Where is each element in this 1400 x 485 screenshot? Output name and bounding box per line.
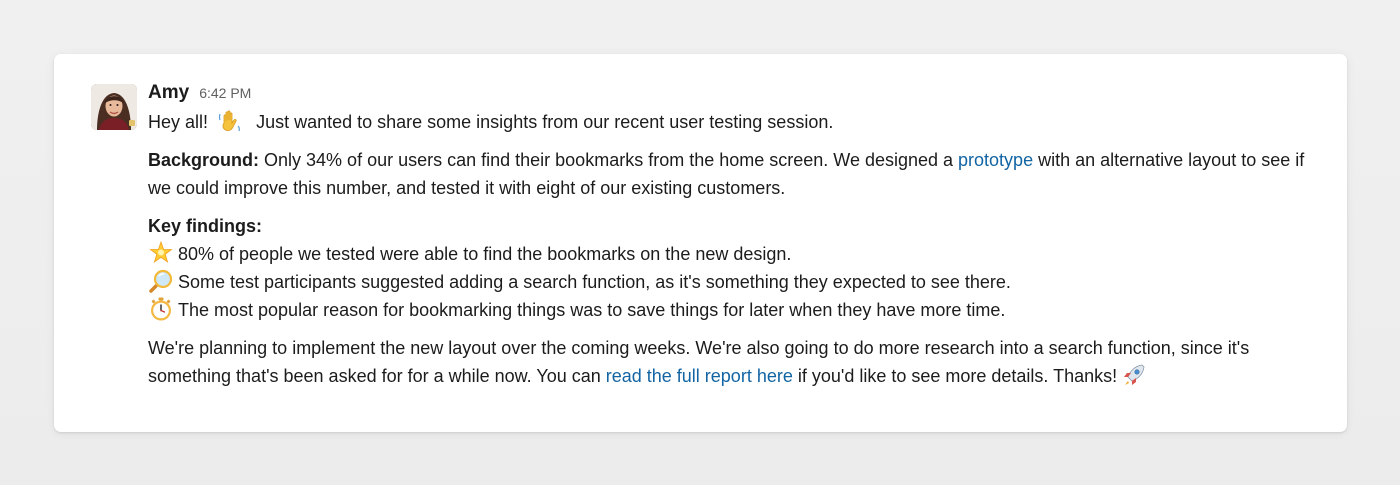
message-card: Amy 6:42 PM Hey all! Just wanted to shar… [54, 54, 1347, 432]
magnifying-glass-emoji [148, 268, 174, 294]
finding-item: Some test participants suggested adding … [148, 268, 1318, 296]
greeting-line: Hey all! Just wanted to share some insig… [148, 108, 1318, 136]
finding-item: 80% of people we tested were able to fin… [148, 240, 1318, 268]
intro-text: Just wanted to share some insights from … [256, 112, 834, 132]
full-report-link[interactable]: read the full report here [606, 366, 793, 386]
background-paragraph: Background: Only 34% of our users can fi… [148, 146, 1318, 202]
finding-item: The most popular reason for bookmarking … [148, 296, 1318, 324]
closing-paragraph: We're planning to implement the new layo… [148, 334, 1318, 390]
message-header: Amy 6:42 PM [148, 82, 1318, 108]
finding-text: Some test participants suggested adding … [178, 272, 1011, 292]
findings-heading: Key findings: [148, 212, 1318, 240]
finding-text: The most popular reason for bookmarking … [178, 300, 1006, 320]
closing-text-after: if you'd like to see more details. Thank… [792, 366, 1118, 386]
waving-hand-emoji [217, 108, 243, 134]
greeting-text: Hey all! [148, 112, 209, 132]
glowing-star-emoji [148, 240, 174, 266]
background-text-before: Only 34% of our users can find their boo… [259, 150, 959, 170]
stopwatch-emoji [148, 296, 174, 322]
background-label: Background: [148, 150, 260, 170]
findings-heading-text: Key findings: [148, 216, 263, 236]
rocket-emoji [1121, 362, 1147, 388]
message-content: Amy 6:42 PM Hey all! Just wanted to shar… [148, 82, 1318, 390]
avatar[interactable] [91, 84, 137, 130]
finding-text: 80% of people we tested were able to fin… [178, 244, 792, 264]
prototype-link[interactable]: prototype [958, 150, 1033, 170]
message-body: Hey all! Just wanted to share some insig… [148, 108, 1318, 390]
author-name[interactable]: Amy [148, 82, 189, 104]
message-timestamp[interactable]: 6:42 PM [199, 85, 251, 101]
